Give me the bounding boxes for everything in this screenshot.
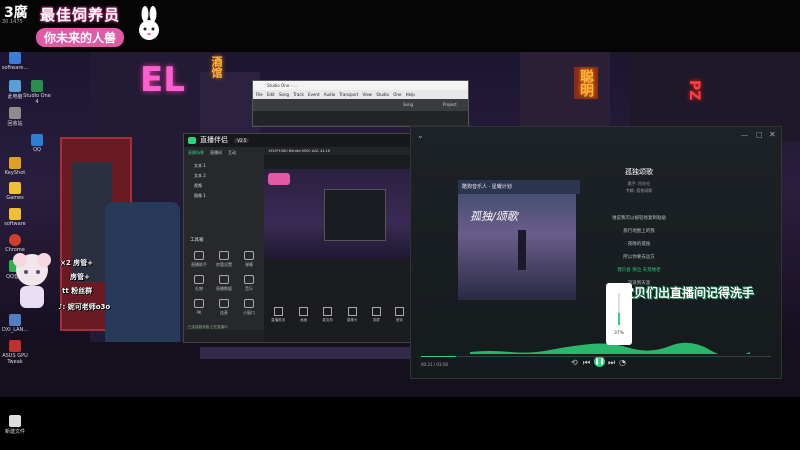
record-button[interactable]: 录屏 <box>371 307 381 323</box>
live-titlebar: 直播伴侣 V2.5 <box>184 134 411 147</box>
volume-fill <box>618 313 620 325</box>
lyric-line-active: 我只会 哭泣 天荒地老 <box>617 268 661 273</box>
tool-mini-window[interactable]: 小窗口 <box>238 299 260 316</box>
bunny-mascot-icon <box>139 6 159 40</box>
daw-window[interactable]: Studio One - ... File Edit Song Track Ev… <box>252 80 469 127</box>
desktop-icon-this-pc[interactable]: 此电脑 <box>0 80 30 100</box>
scene-item[interactable]: 文本 2 <box>194 171 254 181</box>
neon-tavern-sign: 酒馆 <box>210 56 223 78</box>
sound-effect-button[interactable]: 音效 <box>394 307 404 323</box>
desktop-icon-keyshot[interactable]: KeyShot <box>0 157 30 176</box>
loop-icon[interactable]: ⟲ <box>571 358 578 367</box>
close-icon[interactable]: ✕ <box>769 130 776 139</box>
daw-toolbar[interactable]: Song Project <box>253 99 468 111</box>
neon-smart-sign: 聪明 <box>574 67 598 99</box>
lyric-line: 旅行地图上的我 <box>623 229 655 234</box>
neon-pizza-sign: PZ <box>686 80 702 101</box>
bottom-strip: 新建文件 <box>0 397 800 450</box>
chat-line: ×2 房管+ <box>60 259 94 267</box>
volume-value: 37% <box>613 331 624 336</box>
song-title: 孤独颂歌 <box>625 168 653 176</box>
cover-header: 酷狗音乐人 · 星耀计划 <box>458 180 580 194</box>
push-stream-button[interactable]: 直播推流 <box>271 307 285 323</box>
chat-line: 房管+ <box>70 273 90 281</box>
banner-line-2: 你未来的人兽 <box>36 28 125 47</box>
progress-fill <box>421 356 456 357</box>
camera-button[interactable]: 摄像头 <box>347 307 358 323</box>
preview-canvas[interactable] <box>264 169 411 259</box>
volume-icon[interactable]: ◔ <box>619 358 626 367</box>
desktop-icon-new-file[interactable]: 新建文件 <box>0 415 30 435</box>
tool-admin[interactable]: 房管设置 <box>213 251 235 268</box>
live-left-panel: 直播场景 直播间 互动 文本 1 文本 2 视频 图像 1 工具箱 直播助手 房… <box>184 147 264 330</box>
live-logo-icon <box>188 137 196 144</box>
daw-track-area[interactable] <box>253 111 468 125</box>
desktop-icon-games[interactable]: Games <box>0 182 30 201</box>
stream-top-bar: 3腐 30.1475 最佳饲养员 你未来的人兽 <box>0 0 800 52</box>
chat-line: ♪: 妮可老师o3o <box>58 303 111 311</box>
tab-scenes[interactable]: 直播场景 <box>188 150 204 156</box>
toolbox-label: 工具箱 <box>190 238 204 243</box>
preview-banner-thumb <box>268 173 290 185</box>
preview-header: 1920*1080 Bitrate:5000 AAC 44.1K <box>264 147 411 155</box>
desktop-icon-asus[interactable]: ASUS GPU Tweak <box>0 340 30 365</box>
live-version-badge: V2.5 <box>234 138 250 143</box>
tool-music[interactable]: 音乐 <box>238 275 260 292</box>
tool-pk[interactable]: PK <box>188 299 210 315</box>
banner-line-1: 最佳饲养员 <box>40 6 121 24</box>
tab-room[interactable]: 直播间 <box>210 150 222 156</box>
stream-subtitle: 宝贝们出直播间记得洗手 <box>622 286 755 300</box>
daw-titlebar: Studio One - ... <box>253 81 468 90</box>
daw-song-button[interactable]: Song <box>403 102 413 107</box>
volume-popup[interactable]: 37% <box>606 283 632 345</box>
scene-item[interactable]: 文本 1 <box>194 161 254 171</box>
pause-button[interactable]: ❚❚ <box>594 356 605 367</box>
song-artist: 歌手: 阿亦伦 <box>627 181 651 186</box>
live-bottom-toolbar: 直播推流 画面 麦克风 摄像头 录屏 音效 <box>264 307 411 337</box>
daw-menubar[interactable]: File Edit Song Track Event Audio Transpo… <box>253 90 468 99</box>
scene-item[interactable]: 视频 <box>194 181 254 191</box>
live-app-title: 直播伴侣 <box>200 136 228 144</box>
cover-figure <box>518 230 526 270</box>
maximize-icon[interactable]: □ <box>756 131 763 139</box>
chat-line: tt 粉丝群 <box>62 287 93 295</box>
preview-nested-screen <box>324 189 386 241</box>
live-footer-status: 已连接服务器 正在直播中 <box>188 325 228 329</box>
streamer-avatar <box>13 253 51 308</box>
lyric-line: 所以你要去远方 <box>623 255 655 260</box>
next-icon[interactable]: ⏭ <box>608 358 615 368</box>
tool-gift[interactable]: 礼物 <box>188 275 210 292</box>
tool-assistant[interactable]: 直播助手 <box>188 251 210 268</box>
daw-project-button[interactable]: Project <box>443 102 457 107</box>
volume-track[interactable] <box>618 293 620 325</box>
progress-bar[interactable] <box>421 356 771 357</box>
desktop-icon-software-folder[interactable]: software <box>0 208 30 227</box>
microphone-button[interactable]: 麦克风 <box>322 307 333 323</box>
scene-list: 文本 1 文本 2 视频 图像 1 <box>184 159 264 203</box>
lyric-line: 夜晚的孤独 <box>627 242 651 247</box>
lyric-line: 谁说我可以被轻易复制粘贴 <box>612 216 666 221</box>
live-preview-panel: 1920*1080 Bitrate:5000 AAC 44.1K 直播推流 画面… <box>264 147 411 342</box>
play-time: 00:21 / 03:58 <box>421 362 448 367</box>
desktop-icon-dxi[interactable]: DXI_LAN... <box>0 314 30 333</box>
tool-link-mic[interactable]: 连麦 <box>213 299 235 316</box>
neon-el-sign: EL <box>140 60 185 100</box>
desktop-icon-recycle-bin[interactable]: 回收站 <box>0 107 30 127</box>
desktop-icon-software[interactable]: software... <box>0 52 30 71</box>
tool-danmaku[interactable]: 弹幕 <box>238 251 260 268</box>
tab-interact[interactable]: 互动 <box>228 150 236 156</box>
minimize-icon[interactable]: — <box>741 131 748 139</box>
live-companion-window[interactable]: 直播伴侣 V2.5 直播场景 直播间 互动 文本 1 文本 2 视频 图像 1 … <box>183 133 412 343</box>
previous-icon[interactable]: ⏮ <box>583 358 590 368</box>
album-cover[interactable]: 酷狗音乐人 · 星耀计划 孤独/颂歌 <box>458 180 580 300</box>
tool-data[interactable]: 直播数据 <box>213 275 235 292</box>
song-album: 专辑: 孤独颂歌 <box>625 188 653 193</box>
cover-title: 孤独/颂歌 <box>470 210 518 223</box>
scene-item[interactable]: 图像 1 <box>194 191 254 201</box>
collapse-icon[interactable]: ⌄ <box>417 131 424 140</box>
live-nav-tabs: 直播场景 直播间 互动 <box>184 147 264 159</box>
corner-counter: 30.1475 <box>2 19 23 25</box>
screen-button[interactable]: 画面 <box>299 307 309 323</box>
desktop-icon-qq[interactable]: QQ <box>22 134 52 153</box>
